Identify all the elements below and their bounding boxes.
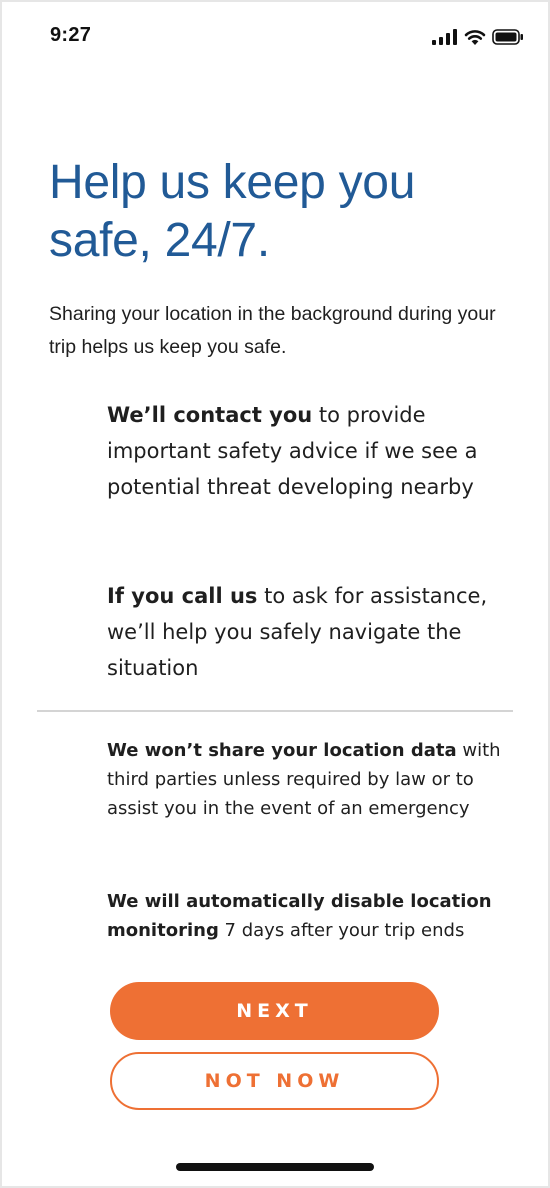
contact-info-lead: We’ll contact you <box>107 403 313 427</box>
status-time: 9:27 <box>50 24 92 46</box>
status-icons <box>432 27 524 47</box>
home-indicator[interactable] <box>176 1163 374 1171</box>
data-sharing-note: We won’t share your location data with t… <box>107 736 517 823</box>
data-sharing-lead: We won’t share your location data <box>107 740 457 761</box>
status-bar: 9:27 <box>2 2 548 72</box>
screen: 9:27 Help us keep you safe, 24/7. Sharin… <box>2 2 548 1186</box>
next-button[interactable]: NEXT <box>110 982 439 1040</box>
intro-text: Sharing your location in the background … <box>49 303 496 358</box>
wifi-icon <box>464 30 486 45</box>
divider <box>37 710 513 712</box>
not-now-button[interactable]: NOT NOW <box>110 1052 439 1110</box>
page-title: Help us keep you safe, 24/7. <box>49 156 416 267</box>
contact-info-item: We’ll contact you to provide important s… <box>107 397 512 505</box>
call-assistance-lead: If you call us <box>107 584 258 608</box>
call-assistance-item: If you call us to ask for assistance, we… <box>107 578 512 686</box>
auto-disable-note: We will automatically disable location m… <box>107 887 517 945</box>
signal-icon <box>432 29 457 45</box>
auto-disable-text: 7 days after your trip ends <box>218 920 465 941</box>
battery-icon <box>492 29 523 45</box>
